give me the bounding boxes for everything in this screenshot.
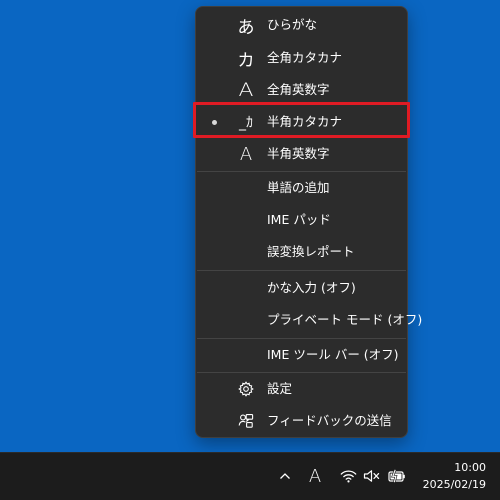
menu-item-kana-input[interactable]: かな入力 (オフ): [196, 272, 407, 304]
menu-item-label: 全角カタカナ: [267, 50, 343, 65]
clock-time: 10:00: [454, 461, 486, 474]
menu-item-ime-toolbar[interactable]: IME ツール バー (オフ): [196, 339, 407, 371]
menu-item-hiragana[interactable]: あ ひらがな: [196, 9, 407, 41]
battery-charging-icon[interactable]: [386, 462, 408, 490]
feedback-icon: [234, 405, 258, 437]
wifi-icon[interactable]: [338, 462, 358, 490]
gear-icon: [234, 373, 258, 405]
menu-item-settings[interactable]: 設定: [196, 373, 407, 405]
menu-item-label: 半角カタカナ: [267, 114, 343, 129]
hiragana-glyph-icon: あ: [237, 17, 255, 38]
menu-item-halfwidth-alphanumeric[interactable]: A 半角英数字: [196, 138, 407, 170]
ime-mode-indicator[interactable]: A: [304, 462, 326, 490]
katakana-glyph-icon: カ: [237, 50, 255, 71]
menu-item-private-mode[interactable]: プライベート モード (オフ): [196, 304, 422, 336]
menu-item-label: 設定: [267, 381, 293, 396]
menu-item-halfwidth-katakana[interactable]: _ｶ 半角カタカナ: [196, 106, 407, 138]
menu-item-send-feedback[interactable]: フィードバックの送信: [196, 405, 407, 437]
halfwidth-katakana-glyph-icon: _ｶ: [239, 115, 253, 131]
ime-context-menu: あ ひらがな カ 全角カタカナ A 全角英数字 _ｶ 半角カタカナ A 半角英数…: [195, 6, 422, 438]
volume-muted-icon[interactable]: [362, 462, 382, 490]
menu-item-add-word[interactable]: 単語の追加: [196, 172, 407, 204]
menu-item-fullwidth-alphanumeric[interactable]: A 全角英数字: [196, 74, 407, 106]
menu-item-ime-pad[interactable]: IME パッド: [196, 204, 407, 236]
menu-item-label: プライベート モード (オフ): [267, 312, 423, 327]
menu-item-label: ひらがな: [267, 17, 318, 32]
menu-item-label: 誤変換レポート: [267, 244, 355, 259]
menu-item-label: かな入力 (オフ): [267, 280, 356, 295]
clock-date: 2025/02/19: [422, 478, 486, 491]
menu-item-conversion-report[interactable]: 誤変換レポート: [196, 236, 407, 268]
menu-item-label: 半角英数字: [267, 146, 330, 161]
halfwidth-a-glyph-icon: A: [239, 143, 253, 165]
menu-item-label: フィードバックの送信: [267, 413, 392, 428]
menu-item-label: IME ツール バー (オフ): [267, 347, 399, 362]
menu-item-fullwidth-katakana[interactable]: カ 全角カタカナ: [196, 42, 407, 74]
chevron-up-icon[interactable]: [276, 462, 294, 490]
menu-item-label: IME パッド: [267, 212, 331, 227]
fullwidth-a-glyph-icon: A: [238, 79, 254, 101]
menu-item-label: 単語の追加: [267, 180, 330, 195]
menu-item-label: 全角英数字: [267, 82, 330, 97]
selected-bullet-icon: [212, 120, 217, 125]
menu-separator: [197, 270, 406, 271]
system-clock[interactable]: 10:00 2025/02/19: [423, 459, 486, 493]
